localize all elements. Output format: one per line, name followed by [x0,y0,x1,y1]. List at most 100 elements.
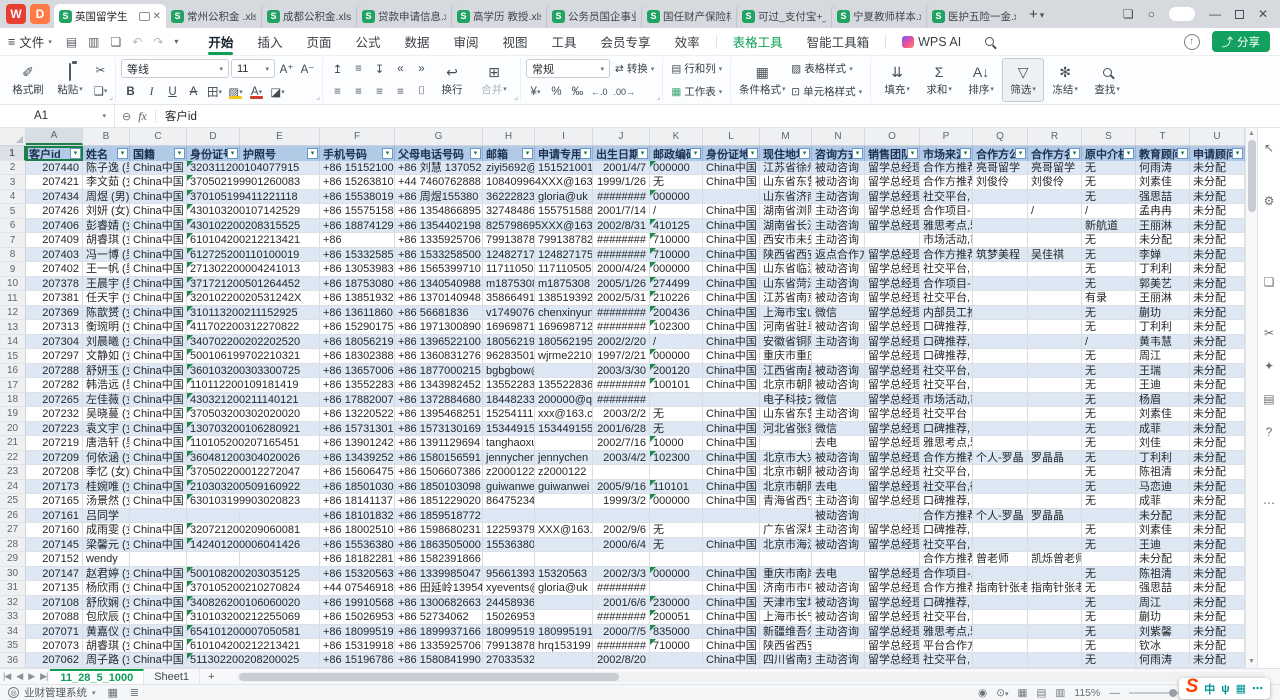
row-number[interactable]: 20 [0,422,26,436]
cell[interactable]: wjrme2210 [535,349,593,363]
cell[interactable]: 郭美艺 [1136,277,1190,291]
column-header-I[interactable]: I [535,128,593,145]
increase-indent-icon[interactable]: » [412,59,431,78]
cell[interactable]: 留学总经理 [865,596,920,610]
file-tab[interactable]: S宁夏教师样本.xlsx [831,4,926,28]
cell[interactable]: 无 [1082,480,1136,494]
cell[interactable] [973,436,1028,450]
cell[interactable]: 未分配 [1190,190,1245,204]
cell[interactable]: 市场活动,市场 [920,393,973,407]
format-painter-button[interactable]: ✐格式刷 [7,58,49,102]
filter-header-cell[interactable]: 教育顾问▾ [1136,146,1190,161]
cell[interactable]: +86 1598680231 [395,523,483,537]
cell[interactable]: 无 [1082,538,1136,552]
cell[interactable]: +86 周煜155380 [395,190,483,204]
cell[interactable] [535,538,593,552]
cell[interactable]: China中国 [703,653,760,667]
cell[interactable]: 社交平台, [920,262,973,276]
cell[interactable]: 留学总经理 [865,248,920,262]
cell[interactable]: 000000 [650,161,703,175]
cell[interactable]: 无 [650,523,703,537]
cell[interactable]: 留学总经理 [865,262,920,276]
cell[interactable] [650,465,703,479]
settings-icon[interactable]: ⚙ [1259,187,1280,214]
print-preview-icon[interactable]: ❏ [111,35,122,49]
row-number[interactable]: 3 [0,175,26,189]
cell[interactable]: China中国 [130,581,187,595]
cell[interactable]: 153449155 [535,422,593,436]
cell[interactable]: 207145 [26,538,83,552]
cell[interactable]: China中国 [703,204,760,218]
cell[interactable]: +86 1372884680 [395,393,483,407]
finance-system-link[interactable]: ◎ 业财管理系统▾ [8,685,96,700]
cell[interactable]: 北京市朝阳 [760,465,812,479]
cell[interactable]: 留学总经理 [865,393,920,407]
cell[interactable]: 济南市市中 [760,581,812,595]
cell[interactable]: z2000122 [535,465,593,479]
ai-icon[interactable]: ✦ [1259,352,1280,379]
cell[interactable]: 207426 [26,204,83,218]
cell[interactable]: 未分配 [1190,639,1245,653]
cell[interactable]: 无 [650,175,703,189]
cell[interactable]: 500108200203035125 [187,567,320,581]
filter-header-cell[interactable]: 市场来源▾ [920,146,973,161]
scroll-down-icon[interactable]: ▼ [1248,656,1255,668]
cell[interactable] [973,538,1028,552]
cell[interactable]: 207062 [26,653,83,667]
cell[interactable]: 未分配 [1190,552,1245,566]
cell[interactable]: 舒妍玉 (女) [83,364,130,378]
cell[interactable]: +86 1335925706 [395,639,483,653]
cell[interactable]: 山东省菏泽 [760,277,812,291]
cell[interactable]: 未分配 [1190,335,1245,349]
find-button[interactable]: 查找▾ [1086,58,1128,102]
scroll-up-icon[interactable]: ▲ [1248,128,1255,140]
row-number[interactable]: 6 [0,219,26,233]
cell[interactable]: 207403 [26,248,83,262]
cell[interactable] [593,509,650,523]
board-view-icon[interactable]: ▦ [108,686,118,699]
cell[interactable] [1028,277,1082,291]
distributed-icon[interactable]: ⌷ [412,82,431,101]
cell[interactable]: 271302200004241013 [187,262,320,276]
ime-keyboard-icon[interactable]: ▦ [1236,682,1246,695]
cell[interactable] [973,523,1028,537]
cell[interactable]: 未分配 [1190,451,1245,465]
filter-header-cell[interactable]: 合作方名称▾ [1028,146,1082,161]
cell[interactable]: 刘佳 [1136,436,1190,450]
cell[interactable]: 2001/4/7 [593,161,650,175]
cell[interactable]: 成菲 [1136,494,1190,508]
cell[interactable]: 微信 [812,306,865,320]
cell[interactable]: 无 [1082,306,1136,320]
cell[interactable]: 留学总经理 [865,610,920,624]
cell[interactable] [1028,262,1082,276]
row-number[interactable]: 2 [0,161,26,175]
cell[interactable]: 合作方推荐 [920,552,973,566]
cell[interactable]: 山东省东营 [760,175,812,189]
cell[interactable]: 无 [1082,407,1136,421]
cell[interactable]: 合作方推荐 [920,581,973,595]
cell[interactable]: 马恋迪 [1136,480,1190,494]
cell[interactable]: 无 [1082,378,1136,392]
cell[interactable]: 主动咨询 [812,625,865,639]
cell[interactable]: 被动咨询 [812,451,865,465]
minimize-button[interactable]: — [1209,7,1221,21]
filter-dropdown-icon[interactable]: ▾ [174,148,185,159]
cell[interactable]: 留学总经理 [865,219,920,233]
menu-tab-页面[interactable]: 页面 [294,28,343,56]
filter-dropdown-icon[interactable]: ▾ [637,148,648,159]
cell[interactable]: 微信 [812,393,865,407]
row-number[interactable]: 33 [0,610,26,624]
cell[interactable]: XXX@163.c [535,523,593,537]
filter-dropdown-icon[interactable]: ▾ [117,148,128,159]
cell[interactable]: China中国 [130,393,187,407]
cell[interactable]: 王晨宇 (男) [83,277,130,291]
cell[interactable] [973,393,1028,407]
cell[interactable]: 1997/2/21 [593,349,650,363]
cell[interactable]: China中国 [130,190,187,204]
row-number[interactable]: 36 [0,653,26,667]
cell[interactable]: 2001/6/6 [593,596,650,610]
cell[interactable] [973,262,1028,276]
cell[interactable]: 207282 [26,378,83,392]
cell[interactable] [650,509,703,523]
cell[interactable]: 无 [1082,233,1136,247]
